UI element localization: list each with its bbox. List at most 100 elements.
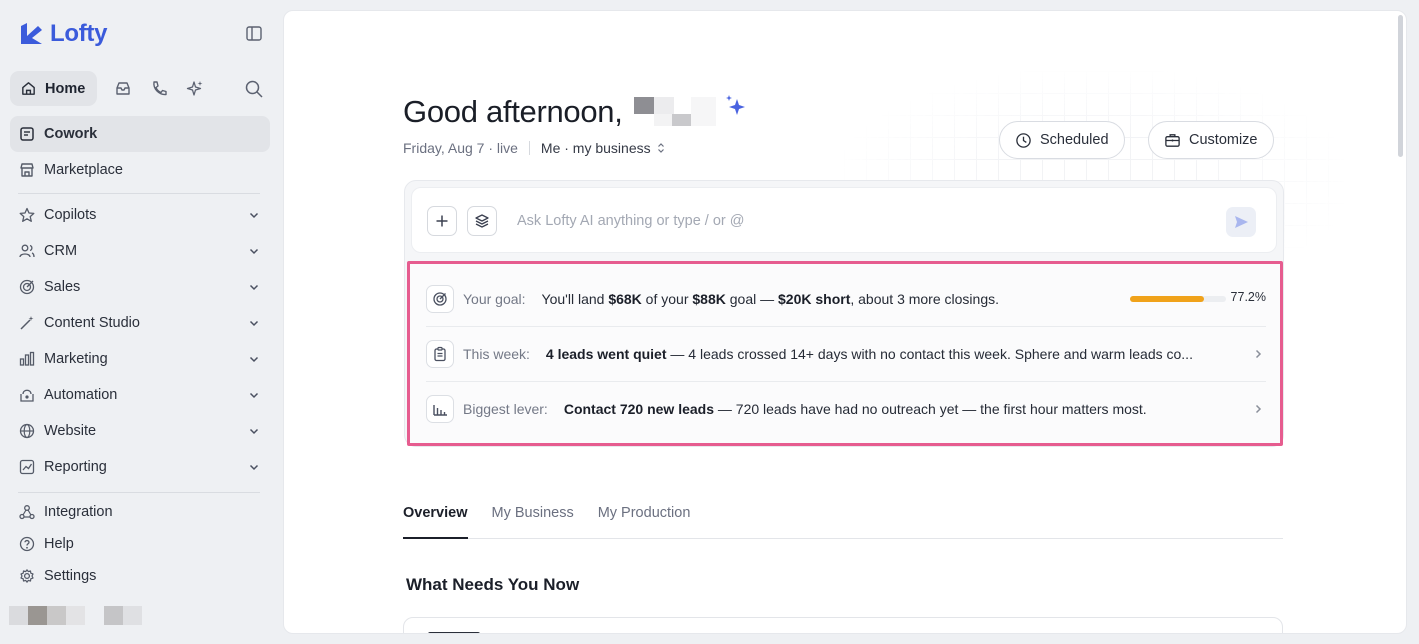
phone-icon[interactable] <box>149 79 169 99</box>
add-button[interactable] <box>427 206 457 236</box>
scrollbar[interactable] <box>1398 15 1403 157</box>
goal-target-icon <box>426 284 454 313</box>
sidebar-item-label: Marketplace <box>44 162 123 178</box>
sidebar-item-website[interactable]: Website <box>10 413 270 449</box>
sidebar-item-cowork[interactable]: Cowork <box>10 116 270 152</box>
chevron-down-icon <box>249 320 259 327</box>
search-icon[interactable] <box>244 79 264 99</box>
sidebar-divider <box>18 193 260 194</box>
insight-label: This week: <box>463 346 530 362</box>
sidebar-item-label: CRM <box>44 243 78 259</box>
customize-button[interactable]: Customize <box>1148 121 1274 159</box>
lofty-logo-icon <box>21 23 42 44</box>
sidebar-item-copilots[interactable]: Copilots <box>10 197 270 233</box>
tab-my-business[interactable]: My Business <box>492 501 574 539</box>
tab-bar: Overview My Business My Production <box>403 501 1283 539</box>
customize-label: Customize <box>1189 132 1258 148</box>
chevron-down-icon <box>249 464 259 471</box>
sidebar-item-integration[interactable]: Integration <box>10 494 270 530</box>
main-panel: Good afternoon, Friday, Aug 7 · live Me … <box>283 10 1407 634</box>
sidebar-item-label: Settings <box>44 568 97 584</box>
layers-button[interactable] <box>467 206 497 236</box>
inbox-icon[interactable] <box>113 79 133 99</box>
insight-row-goal: Your goal: You'll land $68K of your $88K… <box>426 271 1266 326</box>
sidebar-collapse-icon[interactable] <box>245 25 265 43</box>
ai-assistant-card: Ask Lofty AI anything or type / or @ You… <box>404 180 1284 447</box>
card-chip <box>428 632 480 633</box>
sidebar-item-label: Sales <box>44 279 81 295</box>
briefcase-icon <box>1165 133 1180 147</box>
automation-icon <box>20 389 34 402</box>
layers-icon <box>475 214 489 228</box>
tab-my-production[interactable]: My Production <box>598 501 691 539</box>
chevron-down-icon <box>249 248 259 255</box>
top-nav: Home <box>10 71 270 106</box>
integration-icon <box>19 505 35 520</box>
insights-panel: Your goal: You'll land $68K of your $88K… <box>407 261 1283 446</box>
page-title: Good afternoon, <box>403 94 623 129</box>
home-button[interactable]: Home <box>10 71 98 106</box>
subheader-divider <box>528 141 530 155</box>
chevron-down-icon <box>249 356 259 363</box>
sort-chevrons-icon <box>657 143 664 153</box>
target-icon <box>19 279 35 295</box>
line-chart-icon <box>19 459 35 475</box>
sparkle-ai-icon[interactable] <box>185 79 205 99</box>
insight-text: You'll land $68K of your $88K goal — $20… <box>541 290 999 307</box>
sidebar-item-content-studio[interactable]: Content Studio <box>10 305 270 341</box>
scope-selector[interactable]: Me · my business <box>541 140 665 156</box>
insight-text: 4 leads went quiet — 4 leads crossed 14+… <box>545 346 1193 362</box>
send-button[interactable] <box>1226 207 1256 237</box>
sparkle-icon <box>726 95 745 115</box>
chevron-right-icon <box>1255 404 1262 414</box>
chevron-right-icon <box>1255 349 1262 359</box>
user-profile[interactable] <box>9 606 142 625</box>
ai-input-box[interactable]: Ask Lofty AI anything or type / or @ <box>411 187 1277 253</box>
chevron-down-icon <box>249 392 259 399</box>
star-icon <box>19 207 35 222</box>
sidebar-item-marketplace[interactable]: Marketplace <box>10 152 270 188</box>
gear-icon <box>20 569 34 583</box>
sidebar-item-marketing[interactable]: Marketing <box>10 341 270 377</box>
magic-wand-icon <box>20 316 34 330</box>
sidebar-item-settings[interactable]: Settings <box>10 558 270 594</box>
store-icon <box>20 163 34 177</box>
sidebar-item-automation[interactable]: Automation <box>10 377 270 413</box>
insight-row-lever[interactable]: Biggest lever: Contact 720 new leads — 7… <box>426 381 1266 436</box>
sidebar-item-crm[interactable]: CRM <box>10 233 270 269</box>
sidebar: Lofty Home Cowork Marketplace Copilots C… <box>0 0 280 644</box>
globe-icon <box>19 423 35 439</box>
chevron-down-icon <box>249 428 259 435</box>
logo-text: Lofty <box>50 20 108 47</box>
sidebar-item-sales[interactable]: Sales <box>10 269 270 305</box>
users-icon <box>19 244 35 258</box>
tab-overview[interactable]: Overview <box>403 501 468 539</box>
sidebar-item-label: Automation <box>44 387 118 403</box>
scheduled-label: Scheduled <box>1040 132 1109 148</box>
subheader: Friday, Aug 7 · live Me · my business <box>403 140 665 156</box>
sidebar-item-label: Marketing <box>44 351 108 367</box>
sidebar-item-label: Integration <box>44 504 113 520</box>
needs-card[interactable] <box>403 617 1283 633</box>
scheduled-button[interactable]: Scheduled <box>999 121 1125 159</box>
bar-chart-icon <box>19 351 35 366</box>
sidebar-item-label: Content Studio <box>44 315 140 331</box>
logo[interactable]: Lofty <box>18 20 107 48</box>
clipboard-icon <box>426 340 454 368</box>
date-label: Friday, Aug 7 · live <box>403 140 518 156</box>
sidebar-item-label: Cowork <box>44 126 98 142</box>
goal-progress-percent: 77.2% <box>1230 290 1266 304</box>
send-icon <box>1235 216 1248 228</box>
insight-label: Biggest lever: <box>463 401 548 417</box>
chevron-down-icon <box>249 212 259 219</box>
insight-text: Contact 720 new leads — 720 leads have h… <box>563 401 1147 417</box>
scope-label: Me · my business <box>540 140 651 156</box>
sidebar-item-help[interactable]: Help <box>10 526 270 562</box>
insight-row-week[interactable]: This week: 4 leads went quiet — 4 leads … <box>426 326 1266 381</box>
sidebar-item-reporting[interactable]: Reporting <box>10 449 270 485</box>
ai-input-placeholder: Ask Lofty AI anything or type / or @ <box>517 213 745 229</box>
home-label: Home <box>45 80 86 97</box>
sidebar-item-label: Website <box>44 423 97 439</box>
cowork-icon <box>20 127 34 141</box>
bar-chart-icon <box>426 395 454 423</box>
